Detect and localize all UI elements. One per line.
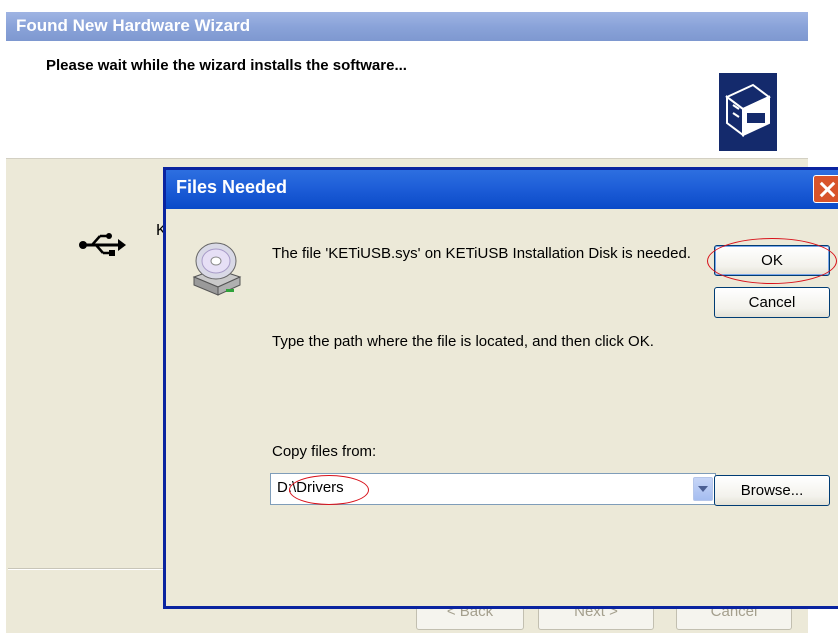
files-needed-dialog: Files Needed The file 'KETiUSB.sys' on K… <box>163 167 838 609</box>
dialog-title: Files Needed <box>176 177 288 197</box>
copy-from-path-input[interactable]: D:\Drivers <box>270 473 716 505</box>
chevron-down-icon[interactable] <box>693 477 713 501</box>
file-needed-message: The file 'KETiUSB.sys' on KETiUSB Instal… <box>272 245 691 262</box>
dialog-body: The file 'KETiUSB.sys' on KETiUSB Instal… <box>166 209 838 606</box>
copy-from-path-value: D:\Drivers <box>277 479 344 496</box>
wizard-title: Found New Hardware Wizard <box>16 16 251 35</box>
dialog-title-bar[interactable]: Files Needed <box>166 170 838 209</box>
ok-button[interactable]: OK <box>714 245 830 276</box>
wizard-header: Please wait while the wizard installs th… <box>6 41 808 159</box>
close-icon[interactable] <box>813 175 838 203</box>
cancel-button[interactable]: Cancel <box>714 287 830 318</box>
browse-button[interactable]: Browse... <box>714 475 830 506</box>
cd-drive-icon <box>190 239 242 304</box>
wizard-title-bar[interactable]: Found New Hardware Wizard <box>6 12 808 41</box>
usb-icon <box>78 232 126 263</box>
instruction-message: Type the path where the file is located,… <box>272 333 654 350</box>
wizard-heading: Please wait while the wizard installs th… <box>46 57 407 74</box>
hardware-box-icon <box>719 73 777 151</box>
copy-from-label: Copy files from: <box>272 443 377 460</box>
